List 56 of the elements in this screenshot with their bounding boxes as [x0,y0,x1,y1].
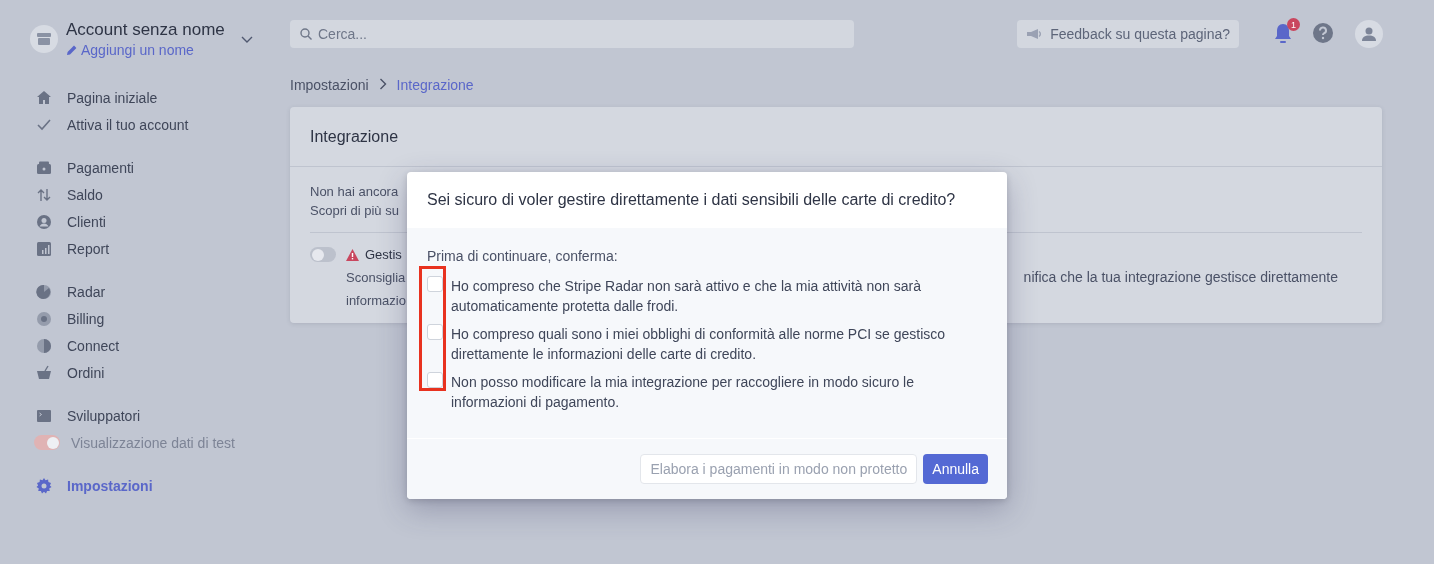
sidebar-item[interactable]: Report [30,235,282,262]
checkbox[interactable] [427,372,443,388]
checkbox-label: Ho compreso che Stripe Radar non sarà attivo e che la mia attività non sarà automaticamente protetta dalle frodi. [451,277,923,316]
pencil-icon [66,44,78,56]
sidebar-item[interactable]: Sviluppatori [30,402,282,429]
cancel-button[interactable]: Annulla [923,454,988,484]
dialog-title: Sei sicuro di voler gestire direttamente i dati sensibili delle carte di credito? [407,172,1007,228]
sidebar-item[interactable]: Impostazioni [30,472,282,499]
radar-icon [36,283,52,300]
megaphone-icon [1026,28,1043,40]
card-title: Integrazione [290,107,1382,167]
chevron-right-icon [378,78,387,90]
breadcrumb-link[interactable]: Integrazione [396,77,474,93]
add-name-link[interactable]: Aggiungi un nome [66,42,225,58]
option-description: Sconsiglia [346,269,406,287]
option-title: Gestis [365,246,402,264]
gear-icon [36,477,52,494]
feedback-button[interactable]: Feedback su questa pagina? [1017,20,1239,48]
user-avatar[interactable] [1355,20,1383,48]
sidebar-item[interactable]: Pagina iniziale [30,84,282,111]
home-icon [36,89,52,106]
sidebar-item[interactable]: Attiva il tuo account [30,111,282,138]
option-description: nifica che la tua integrazione gestisce direttamente [1023,268,1338,287]
target-icon [36,310,52,327]
checkbox[interactable] [427,324,443,340]
help-icon[interactable] [1313,22,1333,43]
toggle-label: Visualizzazione dati di test [71,434,235,451]
sidebar-item[interactable]: Pagamenti [30,154,282,181]
sidebar-item[interactable]: Saldo [30,181,282,208]
checkbox-label: Non posso modificare la mia integrazione per raccogliere in modo sicuro le informazioni di pagamento. [451,373,915,412]
bar-chart-icon [36,240,52,257]
sidebar-item[interactable]: Connect [30,332,282,359]
option-description: informazio [346,292,406,310]
breadcrumb-link[interactable]: Impostazioni [290,77,369,93]
bell-icon[interactable] [1273,22,1293,46]
basket-icon [36,364,52,381]
intro-text: Scopri di più su [310,202,399,220]
intro-text: Non hai ancora [310,183,399,201]
arrows-icon [36,186,52,203]
sidebar-item[interactable]: Ordini [30,359,282,386]
person-icon [36,213,52,230]
wallet-icon [36,159,52,176]
checkbox-label: Ho compreso quali sono i miei obblighi di conformità alle norme PCI se gestisco direttamente le informazioni delle carte di credito. [451,325,947,364]
sidebar-item[interactable]: Clienti [30,208,282,235]
warning-icon [346,248,359,261]
sidebar-item[interactable]: Radar [30,278,282,305]
store-icon [30,25,58,53]
account-name: Account senza nome [66,20,225,40]
terminal-icon [36,407,52,424]
toggle-switch[interactable] [310,247,336,262]
notification-badge: 1 [1287,18,1300,31]
sidebar-item[interactable]: Billing [30,305,282,332]
pie-icon [36,337,52,354]
search-icon [300,28,312,40]
checkbox[interactable] [427,276,443,292]
dialog-prompt: Prima di continuare, conferma: [427,248,619,266]
